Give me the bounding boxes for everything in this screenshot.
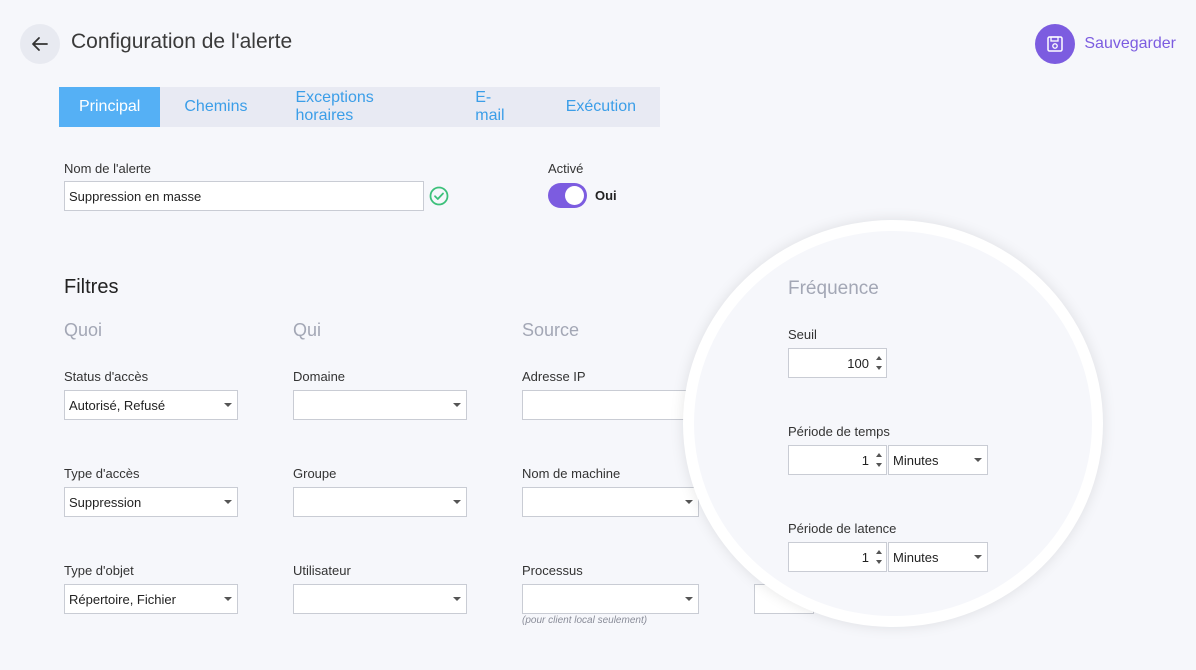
page-title: Configuration de l'alerte (71, 30, 293, 53)
column-title-qui: Qui (293, 320, 322, 340)
nom-machine-label: Nom de machine (522, 466, 621, 481)
spin-up-icon[interactable] (876, 356, 882, 360)
seuil-value: 100 (847, 355, 869, 371)
floppy-disk-icon (1035, 24, 1076, 64)
back-button[interactable] (20, 24, 60, 64)
nom-machine-select[interactable] (522, 487, 699, 517)
type-objet-value: Répertoire, Fichier (69, 591, 176, 607)
filters-title: Filtres (64, 276, 119, 298)
save-button[interactable]: Sauvegarder (1035, 24, 1176, 64)
periode-temps-stepper[interactable]: 1 (788, 445, 887, 475)
arrow-left-icon (32, 37, 48, 51)
alert-name-input[interactable]: Suppression en masse (64, 181, 424, 211)
adresse-ip-label: Adresse IP (522, 369, 586, 384)
periode-latence-unit-select[interactable]: Minutes (888, 542, 988, 572)
caret-down-icon (974, 555, 982, 559)
caret-down-icon (453, 500, 461, 504)
periode-temps-unit: Minutes (893, 452, 939, 468)
column-title-source: Source (522, 320, 580, 340)
periode-temps-unit-select[interactable]: Minutes (888, 445, 988, 475)
periode-latence-value: 1 (861, 549, 869, 565)
seuil-label: Seuil (788, 327, 817, 342)
type-acces-value: Suppression (69, 494, 142, 510)
periode-temps-value: 1 (861, 452, 869, 468)
spin-down-icon[interactable] (876, 560, 882, 564)
enabled-label: Activé (548, 161, 584, 176)
type-objet-label: Type d'objet (64, 563, 134, 578)
caret-down-icon (224, 597, 232, 601)
status-acces-label: Status d'accès (64, 369, 149, 384)
type-acces-label: Type d'accès (64, 466, 140, 481)
tab-execution[interactable]: Exécution (542, 87, 660, 127)
status-acces-select[interactable]: Autorisé, Refusé (64, 390, 238, 420)
caret-down-icon (453, 597, 461, 601)
groupe-label: Groupe (293, 466, 337, 481)
column-title-quoi: Quoi (64, 320, 103, 340)
periode-temps-label: Période de temps (788, 424, 890, 439)
caret-down-icon (685, 500, 693, 504)
frequence-title: Fréquence (788, 278, 879, 299)
spin-up-icon[interactable] (876, 453, 882, 457)
type-objet-select[interactable]: Répertoire, Fichier (64, 584, 238, 614)
seuil-stepper[interactable]: 100 (788, 348, 887, 378)
caret-down-icon (224, 500, 232, 504)
periode-latence-unit: Minutes (893, 549, 939, 565)
utilisateur-label: Utilisateur (293, 563, 351, 578)
periode-latence-label: Période de latence (788, 521, 897, 536)
caret-down-icon (224, 403, 232, 407)
tab-exceptions-horaires[interactable]: Exceptions horaires (272, 87, 452, 127)
enabled-state-text: Oui (595, 188, 617, 203)
caret-down-icon (453, 403, 461, 407)
tab-email[interactable]: E-mail (451, 87, 542, 127)
check-circle-icon (429, 186, 449, 206)
caret-down-icon (685, 597, 693, 601)
tab-chemins[interactable]: Chemins (160, 87, 271, 127)
spin-up-icon[interactable] (876, 550, 882, 554)
processus-hint: (pour client local seulement) (522, 615, 648, 626)
domaine-select[interactable] (293, 390, 467, 420)
spin-down-icon[interactable] (876, 463, 882, 467)
type-acces-select[interactable]: Suppression (64, 487, 238, 517)
groupe-select[interactable] (293, 487, 467, 517)
alert-name-label: Nom de l'alerte (64, 161, 152, 176)
tab-principal[interactable]: Principal (59, 87, 161, 127)
spin-down-icon[interactable] (876, 366, 882, 370)
status-acces-value: Autorisé, Refusé (69, 397, 166, 413)
utilisateur-select[interactable] (293, 584, 467, 614)
toggle-knob (565, 186, 584, 205)
tab-bar: Principal Chemins Exceptions horaires E-… (59, 87, 660, 127)
periode-latence-stepper[interactable]: 1 (788, 542, 887, 572)
processus-select[interactable] (522, 584, 699, 614)
save-label: Sauvegarder (1084, 35, 1176, 52)
enabled-toggle[interactable] (548, 183, 587, 208)
processus-label: Processus (522, 563, 583, 578)
domaine-label: Domaine (293, 369, 346, 384)
adresse-ip-input[interactable] (522, 390, 699, 420)
caret-down-icon (974, 458, 982, 462)
